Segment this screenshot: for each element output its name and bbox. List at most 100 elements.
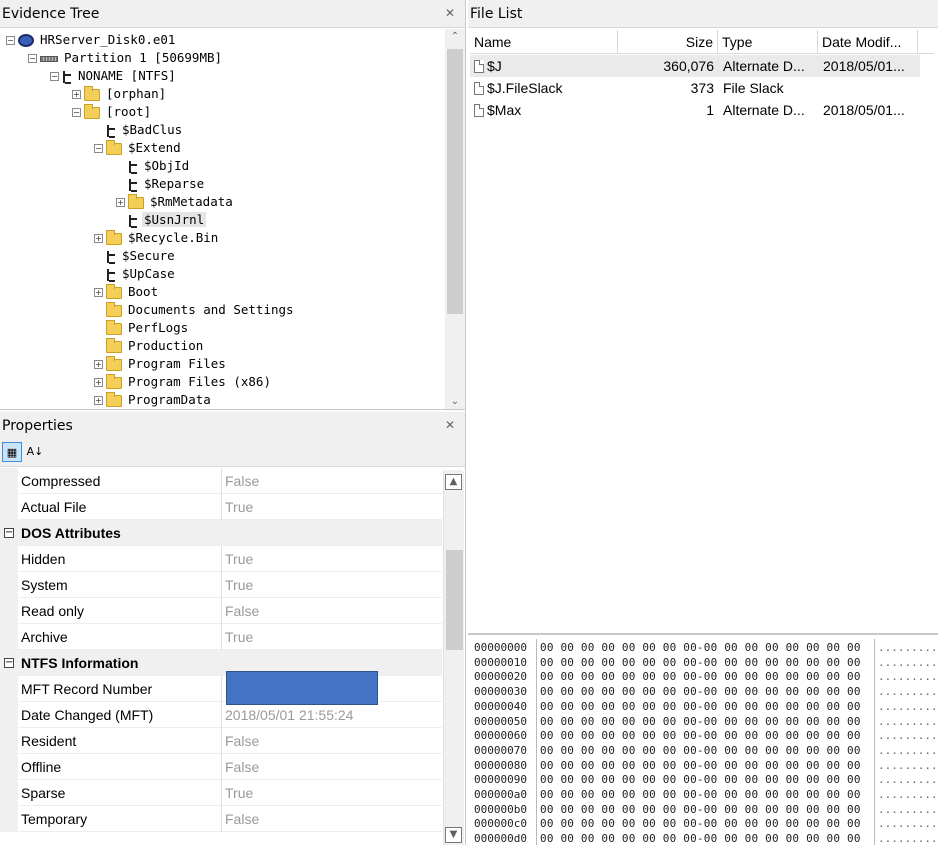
property-value[interactable]: False (221, 754, 442, 780)
tree-item[interactable]: Production (94, 337, 205, 355)
property-row[interactable]: Sparse True (0, 780, 442, 806)
property-row[interactable]: Actual File True (0, 494, 442, 520)
column-date-modified[interactable]: Date Modif... (818, 30, 918, 54)
expand-icon[interactable]: + (116, 198, 125, 207)
hex-row[interactable]: 000000a0 00 00 00 00 00 00 00 00-00 00 00… (470, 788, 938, 802)
property-value[interactable] (221, 671, 442, 705)
file-row[interactable]: $J.FileSlack 373 File Slack (470, 77, 920, 99)
column-type[interactable]: Type (718, 30, 818, 54)
property-value[interactable]: False (221, 468, 442, 494)
property-value[interactable]: True (221, 494, 442, 520)
tree-scroll-thumb[interactable] (447, 49, 463, 314)
tree-item[interactable]: + [orphan] (72, 85, 168, 103)
hex-row[interactable]: 00000060 00 00 00 00 00 00 00 00-00 00 00… (470, 729, 938, 743)
property-value[interactable]: True (221, 780, 442, 806)
hex-view: 00000000 00 00 00 00 00 00 00 00-00 00 00… (470, 639, 938, 845)
property-value[interactable]: False (221, 806, 442, 832)
expand-icon[interactable]: + (94, 378, 103, 387)
categorized-view-icon[interactable]: ▦ (2, 442, 22, 462)
hex-offset: 00000010 (474, 655, 527, 669)
tree-item[interactable]: − [root] (72, 103, 153, 121)
tree-scrollbar[interactable]: ⌃ ⌄ (445, 29, 465, 409)
tree-item[interactable]: + $RmMetadata (116, 193, 235, 211)
close-icon[interactable]: ✕ (445, 6, 455, 20)
tree-item[interactable]: $Reparse (116, 175, 206, 193)
tree-item[interactable]: PerfLogs (94, 319, 190, 337)
collapse-icon[interactable]: − (94, 144, 103, 153)
tree-item[interactable]: $ObjId (116, 157, 191, 175)
tree-item[interactable]: + Program Files (94, 355, 228, 373)
properties-scrollbar-track[interactable]: ▲ ▼ (443, 472, 464, 845)
hex-row[interactable]: 000000d0 00 00 00 00 00 00 00 00-00 00 00… (470, 832, 938, 845)
tree-item[interactable]: $BadClus (94, 121, 184, 139)
hex-row[interactable]: 00000030 00 00 00 00 00 00 00 00-00 00 00… (470, 685, 938, 699)
hex-row[interactable]: 00000090 00 00 00 00 00 00 00 00-00 00 00… (470, 773, 938, 787)
file-row[interactable]: $J 360,076 Alternate D... 2018/05/01... (470, 55, 920, 77)
hex-row[interactable]: 00000070 00 00 00 00 00 00 00 00-00 00 00… (470, 744, 938, 758)
collapse-icon[interactable]: − (4, 658, 14, 668)
collapse-icon[interactable]: − (50, 72, 59, 81)
collapse-icon[interactable]: − (6, 36, 15, 45)
tree-item[interactable]: − HRServer_Disk0.e01 (6, 31, 177, 49)
column-size[interactable]: Size (618, 30, 718, 54)
folder-icon (106, 373, 122, 389)
tree-item[interactable]: − $Extend (94, 139, 183, 157)
tree-item-label: $Extend (128, 140, 181, 155)
scroll-down-icon[interactable]: ▼ (445, 827, 462, 843)
property-row[interactable]: Hidden True (0, 546, 442, 572)
property-value[interactable]: True (221, 546, 442, 572)
hex-row[interactable]: 00000020 00 00 00 00 00 00 00 00-00 00 00… (470, 670, 938, 684)
hex-row[interactable]: 000000c0 00 00 00 00 00 00 00 00-00 00 00… (470, 817, 938, 831)
property-row[interactable]: Temporary False (0, 806, 442, 832)
property-value[interactable]: 2018/05/01 21:55:24 (221, 702, 442, 728)
hex-row[interactable]: 00000000 00 00 00 00 00 00 00 00-00 00 00… (470, 641, 938, 655)
property-row[interactable]: Offline False (0, 754, 442, 780)
tree-item[interactable]: Documents and Settings (94, 301, 296, 319)
tree-item[interactable]: + Program Files (x86) (94, 373, 273, 391)
collapse-icon[interactable]: − (72, 108, 81, 117)
hex-row[interactable]: 00000010 00 00 00 00 00 00 00 00-00 00 00… (470, 656, 938, 670)
hex-row[interactable]: 00000040 00 00 00 00 00 00 00 00-00 00 00… (470, 700, 938, 714)
property-category[interactable]: − DOS Attributes (0, 520, 442, 546)
tree-item[interactable]: $Secure (94, 247, 177, 265)
property-row[interactable]: System True (0, 572, 442, 598)
expand-icon[interactable]: + (94, 234, 103, 243)
collapse-icon[interactable]: − (28, 54, 37, 63)
column-name[interactable]: Name (470, 30, 618, 54)
properties-scroll-thumb[interactable] (446, 550, 463, 650)
hex-ascii: ................ (878, 685, 938, 699)
expand-icon[interactable]: + (94, 288, 103, 297)
file-row[interactable]: $Max 1 Alternate D... 2018/05/01... (470, 99, 920, 121)
tree-item[interactable]: + ProgramData (94, 391, 213, 409)
close-icon[interactable]: ✕ (445, 418, 455, 432)
expand-icon[interactable]: + (94, 360, 103, 369)
scroll-up-icon[interactable]: ▲ (445, 474, 462, 490)
tree-item[interactable]: − NONAME [NTFS] (50, 67, 178, 85)
tree-item[interactable]: − Partition 1 [50699MB] (28, 49, 224, 67)
expand-icon[interactable]: + (94, 396, 103, 405)
property-value[interactable]: False (221, 598, 442, 624)
scroll-up-icon[interactable]: ⌃ (445, 31, 465, 42)
property-row[interactable]: Archive True (0, 624, 442, 650)
hex-offset: 000000c0 (474, 817, 527, 831)
property-row[interactable]: Compressed False (0, 468, 442, 494)
tree-item[interactable]: $UsnJrnl (116, 211, 207, 229)
property-row[interactable]: Read only False (0, 598, 442, 624)
file-name: $Max (487, 102, 522, 118)
tree-item[interactable]: + Boot (94, 283, 160, 301)
expand-icon[interactable]: + (72, 90, 81, 99)
sort-alphabetical-icon[interactable]: A↓ (25, 442, 45, 462)
hex-row[interactable]: 00000050 00 00 00 00 00 00 00 00-00 00 00… (470, 715, 938, 729)
property-row[interactable]: Resident False (0, 728, 442, 754)
property-row[interactable]: Date Changed (MFT) 2018/05/01 21:55:24 (0, 702, 442, 728)
hex-row[interactable]: 00000080 00 00 00 00 00 00 00 00-00 00 00… (470, 759, 938, 773)
collapse-icon[interactable]: − (4, 528, 14, 538)
tree-item[interactable]: $UpCase (94, 265, 177, 283)
tree-item[interactable]: + $Recycle.Bin (94, 229, 220, 247)
scroll-down-icon[interactable]: ⌄ (445, 396, 465, 407)
property-value[interactable]: True (221, 624, 442, 650)
property-value[interactable]: True (221, 572, 442, 598)
property-row[interactable]: MFT Record Number (0, 671, 442, 705)
hex-row[interactable]: 000000b0 00 00 00 00 00 00 00 00-00 00 00… (470, 803, 938, 817)
property-value[interactable]: False (221, 728, 442, 754)
